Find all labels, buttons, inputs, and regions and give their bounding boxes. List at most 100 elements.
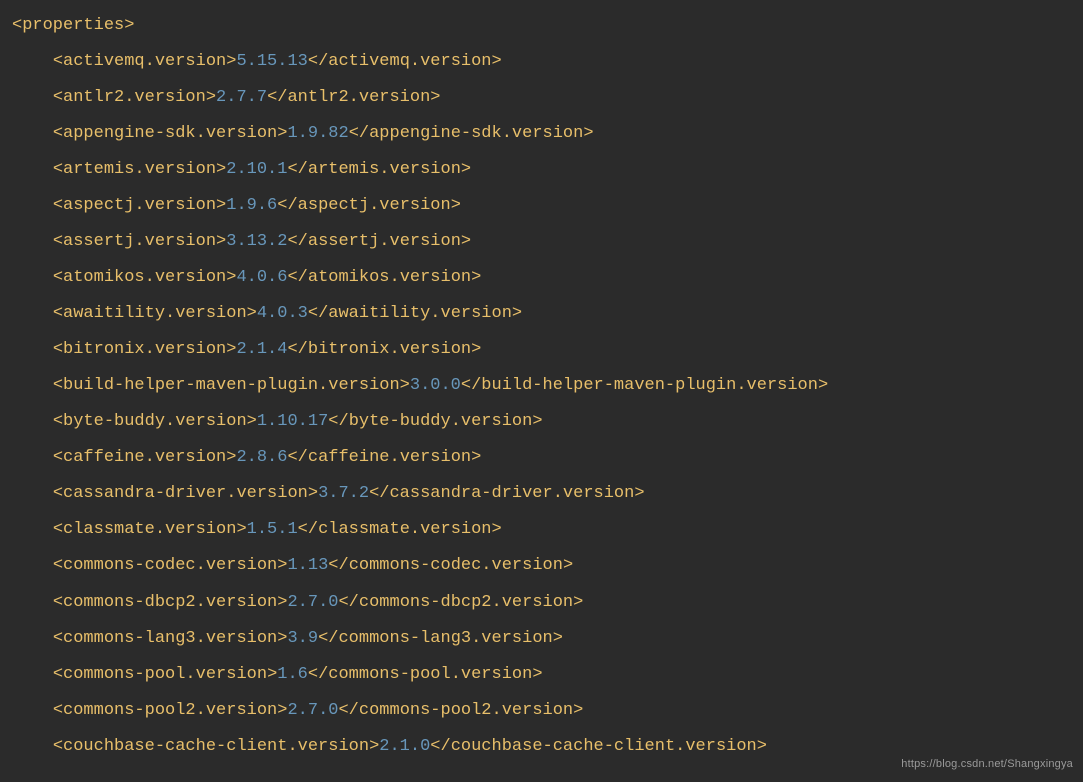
- xml-property-line: <assertj.version>3.13.2</assertj.version…: [12, 224, 1083, 260]
- xml-close-tagname: commons-codec.version: [349, 556, 563, 575]
- xml-close-tagname: commons-lang3.version: [338, 629, 552, 648]
- xml-open-tagname: commons-lang3.version: [63, 629, 277, 648]
- angle-open-slash-icon: </: [287, 448, 307, 467]
- xml-open-tagname: commons-codec.version: [63, 556, 277, 575]
- angle-open-icon: <: [53, 196, 63, 215]
- angle-close-icon: >: [216, 160, 226, 179]
- xml-close-tagname: assertj.version: [308, 232, 461, 251]
- angle-close-icon: >: [553, 629, 563, 648]
- angle-close-icon: >: [492, 520, 502, 539]
- angle-close-icon: >: [277, 701, 287, 720]
- angle-close-icon: >: [308, 484, 318, 503]
- angle-close-icon: >: [471, 268, 481, 287]
- xml-root-open: <properties>: [12, 8, 1083, 44]
- angle-close-icon: >: [400, 376, 410, 395]
- xml-property-line: <atomikos.version>4.0.6</atomikos.versio…: [12, 260, 1083, 296]
- angle-open-icon: <: [53, 737, 63, 756]
- angle-open-slash-icon: </: [287, 232, 307, 251]
- xml-close-tagname: aspectj.version: [298, 196, 451, 215]
- xml-property-line: <activemq.version>5.15.13</activemq.vers…: [12, 44, 1083, 80]
- xml-text-value: 2.8.6: [236, 448, 287, 467]
- xml-property-line: <classmate.version>1.5.1</classmate.vers…: [12, 512, 1083, 548]
- xml-text-value: 2.7.0: [287, 593, 338, 612]
- angle-close-icon: >: [461, 232, 471, 251]
- xml-property-line: <antlr2.version>2.7.7</antlr2.version>: [12, 80, 1083, 116]
- angle-open-slash-icon: </: [308, 304, 328, 323]
- angle-open-slash-icon: </: [328, 412, 348, 431]
- xml-property-line: <cassandra-driver.version>3.7.2</cassand…: [12, 476, 1083, 512]
- xml-open-tagname: activemq.version: [63, 52, 226, 71]
- angle-close-icon: >: [532, 665, 542, 684]
- xml-property-line: <bitronix.version>2.1.4</bitronix.versio…: [12, 332, 1083, 368]
- xml-close-tagname: atomikos.version: [308, 268, 471, 287]
- angle-close-icon: >: [247, 304, 257, 323]
- xml-text-value: 4.0.6: [236, 268, 287, 287]
- angle-close-icon: >: [369, 737, 379, 756]
- angle-close-icon: >: [277, 593, 287, 612]
- xml-close-tagname: appengine-sdk.version: [369, 124, 583, 143]
- angle-open-slash-icon: </: [338, 593, 358, 612]
- xml-root-tagname: properties: [22, 16, 124, 35]
- angle-open-icon: <: [53, 340, 63, 359]
- xml-text-value: 5.15.13: [236, 52, 307, 71]
- angle-open-icon: <: [53, 160, 63, 179]
- angle-close-icon: >: [757, 737, 767, 756]
- angle-close-icon: >: [471, 448, 481, 467]
- xml-open-tagname: commons-pool.version: [63, 665, 267, 684]
- angle-open-slash-icon: </: [328, 556, 348, 575]
- xml-open-tagname: commons-pool2.version: [63, 701, 277, 720]
- xml-close-tagname: commons-pool2.version: [359, 701, 573, 720]
- angle-close-icon: >: [471, 340, 481, 359]
- angle-open-slash-icon: </: [308, 665, 328, 684]
- angle-open-icon: <: [53, 232, 63, 251]
- xml-close-tagname: artemis.version: [308, 160, 461, 179]
- angle-close-icon: >: [573, 593, 583, 612]
- angle-open-slash-icon: </: [369, 484, 389, 503]
- xml-text-value: 4.0.3: [257, 304, 308, 323]
- angle-close-icon: >: [216, 196, 226, 215]
- angle-close-icon: >: [277, 629, 287, 648]
- angle-open-slash-icon: </: [318, 629, 338, 648]
- angle-close-icon: >: [124, 16, 134, 35]
- xml-close-tagname: cassandra-driver.version: [389, 484, 634, 503]
- angle-close-icon: >: [634, 484, 644, 503]
- angle-open-icon: <: [53, 304, 63, 323]
- angle-open-icon: <: [53, 629, 63, 648]
- xml-text-value: 2.1.0: [379, 737, 430, 756]
- xml-property-line: <commons-codec.version>1.13</commons-cod…: [12, 548, 1083, 584]
- xml-close-tagname: build-helper-maven-plugin.version: [481, 376, 818, 395]
- angle-close-icon: >: [216, 232, 226, 251]
- xml-open-tagname: byte-buddy.version: [63, 412, 247, 431]
- xml-open-tagname: antlr2.version: [63, 88, 206, 107]
- xml-open-tagname: caffeine.version: [63, 448, 226, 467]
- angle-open-slash-icon: </: [430, 737, 450, 756]
- xml-text-value: 2.10.1: [226, 160, 287, 179]
- angle-close-icon: >: [563, 556, 573, 575]
- angle-open-icon: <: [53, 665, 63, 684]
- angle-open-icon: <: [53, 593, 63, 612]
- xml-open-tagname: build-helper-maven-plugin.version: [63, 376, 400, 395]
- xml-open-tagname: cassandra-driver.version: [63, 484, 308, 503]
- xml-close-tagname: antlr2.version: [287, 88, 430, 107]
- xml-property-line: <artemis.version>2.10.1</artemis.version…: [12, 152, 1083, 188]
- angle-open-icon: <: [53, 52, 63, 71]
- xml-property-line: <commons-pool2.version>2.7.0</commons-po…: [12, 693, 1083, 729]
- angle-close-icon: >: [573, 701, 583, 720]
- angle-close-icon: >: [818, 376, 828, 395]
- angle-open-icon: <: [53, 448, 63, 467]
- angle-open-slash-icon: </: [338, 701, 358, 720]
- xml-property-line: <aspectj.version>1.9.6</aspectj.version>: [12, 188, 1083, 224]
- xml-open-tagname: awaitility.version: [63, 304, 247, 323]
- angle-close-icon: >: [532, 412, 542, 431]
- angle-close-icon: >: [226, 268, 236, 287]
- angle-close-icon: >: [583, 124, 593, 143]
- xml-property-line: <appengine-sdk.version>1.9.82</appengine…: [12, 116, 1083, 152]
- xml-open-tagname: aspectj.version: [63, 196, 216, 215]
- angle-open-icon: <: [53, 484, 63, 503]
- angle-open-slash-icon: </: [287, 340, 307, 359]
- angle-open-slash-icon: </: [461, 376, 481, 395]
- angle-close-icon: >: [226, 340, 236, 359]
- angle-open-slash-icon: </: [277, 196, 297, 215]
- xml-property-line: <build-helper-maven-plugin.version>3.0.0…: [12, 368, 1083, 404]
- xml-text-value: 2.7.0: [287, 701, 338, 720]
